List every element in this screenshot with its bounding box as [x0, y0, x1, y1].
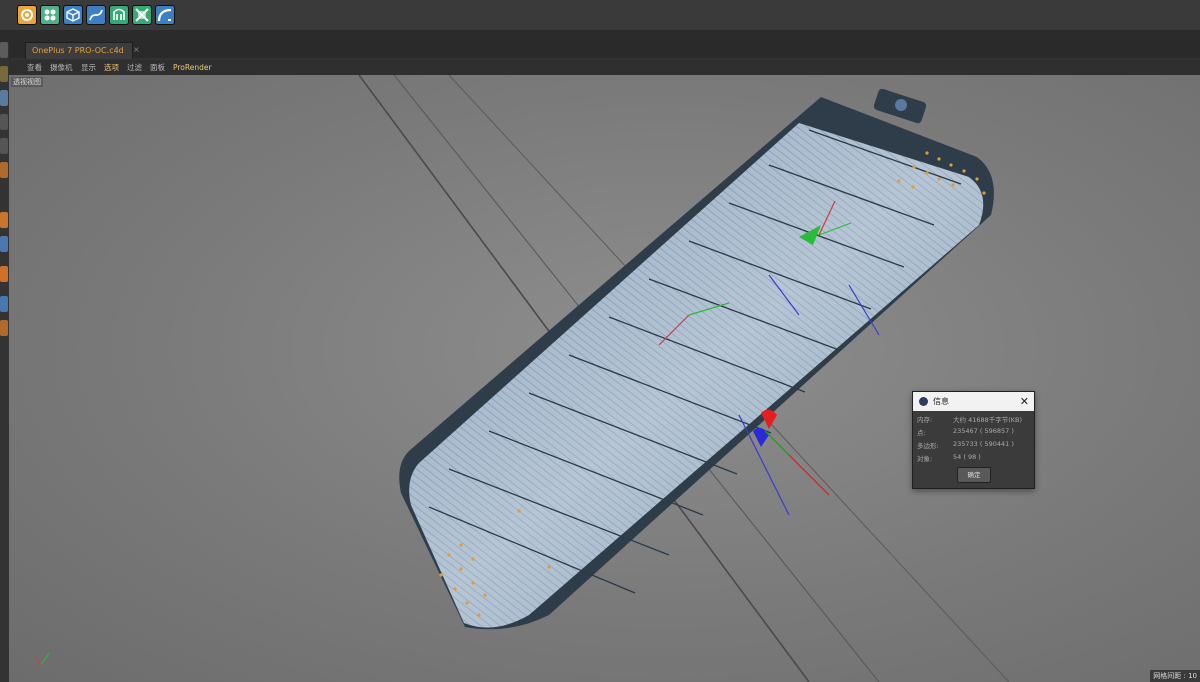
- info-key: 内存:: [917, 416, 933, 424]
- close-icon[interactable]: ✕: [1020, 392, 1029, 411]
- cloner-icon[interactable]: [40, 5, 60, 25]
- info-key: 点:: [917, 429, 926, 437]
- bend-icon[interactable]: [155, 5, 175, 25]
- palette-tool-icon[interactable]: [0, 42, 8, 58]
- viewport-menubar: 查看 摄像机 显示 选项 过滤 面板 ProRender: [9, 60, 1200, 75]
- menu-panel[interactable]: 面板: [150, 60, 165, 75]
- palette-tool-icon[interactable]: [0, 66, 8, 82]
- ok-button[interactable]: 确定: [957, 467, 991, 483]
- gear-icon[interactable]: [17, 5, 37, 25]
- menu-options[interactable]: 选项: [104, 60, 119, 75]
- document-tab-title: OnePlus 7 PRO-OC.c4d: [32, 46, 124, 55]
- main-toolbar: [0, 0, 1200, 31]
- info-value: 235467 ( 596857 ): [953, 427, 1014, 435]
- info-value: 235733 ( 590441 ): [953, 440, 1014, 448]
- menu-view[interactable]: 查看: [27, 60, 42, 75]
- info-row-points: 点: 235467 ( 596857 ): [917, 427, 1033, 437]
- spline-pen-icon[interactable]: [86, 5, 106, 25]
- info-key: 多边形:: [917, 442, 939, 450]
- grid-spacing-status: 网格间距 : 10: [1150, 670, 1200, 682]
- palette-tool-icon[interactable]: [0, 236, 8, 252]
- info-dialog: 信息 ✕ 内存: 大约 41688千字节(KB) 点: 235467 ( 596…: [912, 391, 1035, 489]
- menu-camera[interactable]: 摄像机: [50, 60, 73, 75]
- deformer-icon[interactable]: [132, 5, 152, 25]
- palette-tool-icon[interactable]: [0, 138, 8, 154]
- palette-tool-icon[interactable]: [0, 90, 8, 106]
- info-value: 54 ( 98 ): [953, 453, 981, 461]
- info-key: 对象:: [917, 455, 933, 463]
- viewport-label: 透视视图: [11, 77, 43, 87]
- perspective-viewport[interactable]: 透视视图 网格间距 : 10: [9, 75, 1200, 682]
- document-tabbar: OnePlus 7 PRO-OC.c4d ×: [9, 42, 1200, 59]
- info-row-polygons: 多边形: 235733 ( 590441 ): [917, 440, 1033, 450]
- gizmo-axis: [764, 430, 790, 456]
- phone-mesh-sheen: [409, 123, 984, 628]
- close-tab-icon[interactable]: ×: [133, 42, 140, 58]
- palette-tool-icon[interactable]: [0, 162, 8, 178]
- palette-tool-icon[interactable]: [0, 114, 8, 130]
- info-row-objects: 对象: 54 ( 98 ): [917, 453, 1033, 463]
- palette-tool-icon[interactable]: [0, 212, 8, 228]
- camera-lens: [895, 99, 907, 111]
- subdivision-icon[interactable]: [109, 5, 129, 25]
- palette-tool-icon[interactable]: [0, 320, 8, 336]
- palette-tool-icon[interactable]: [0, 296, 8, 312]
- toolbar-separator-strip: [0, 30, 1200, 42]
- dialog-titlebar: 信息 ✕: [913, 392, 1034, 411]
- document-tab[interactable]: OnePlus 7 PRO-OC.c4d: [25, 42, 133, 59]
- menu-display[interactable]: 显示: [81, 60, 96, 75]
- dialog-title: 信息: [933, 397, 949, 406]
- palette-tool-icon[interactable]: [0, 266, 8, 282]
- cube-icon[interactable]: [63, 5, 83, 25]
- cinema4d-logo-icon: [919, 397, 928, 406]
- viewport-scene: [34, 75, 1010, 682]
- info-value: 大约 41688千字节(KB): [953, 416, 1023, 424]
- world-axis-indicator: [34, 652, 50, 666]
- menu-prorender[interactable]: ProRender: [173, 60, 212, 75]
- info-row-memory: 内存: 大约 41688千字节(KB): [917, 414, 1033, 424]
- menu-filter[interactable]: 过滤: [127, 60, 142, 75]
